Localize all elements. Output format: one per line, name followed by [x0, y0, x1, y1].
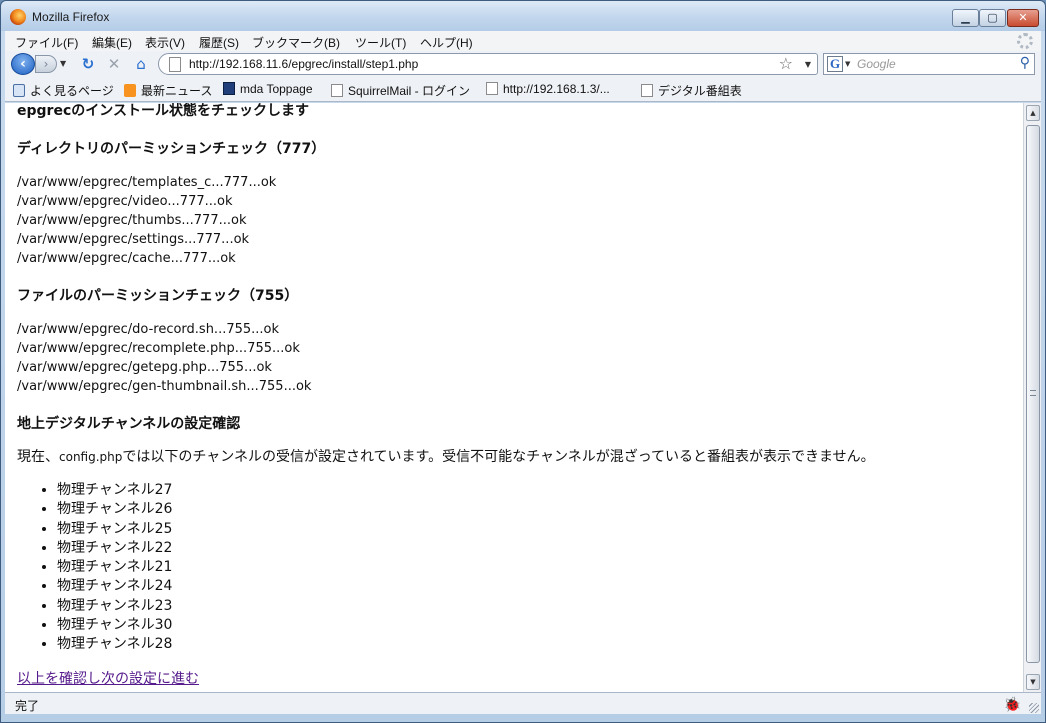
menu-bookmarks[interactable]: ブックマーク(B): [252, 34, 340, 51]
bookmark-label: 最新ニュース: [141, 84, 213, 98]
search-engine-icon[interactable]: G: [827, 56, 843, 72]
next-step-link[interactable]: 以上を確認し次の設定に進む: [17, 668, 199, 688]
status-bar: 完了 🐞: [5, 692, 1041, 714]
scroll-down-button[interactable]: ▼: [1026, 674, 1040, 690]
description-prefix: 現在、: [17, 449, 59, 465]
status-text: 完了: [15, 699, 40, 713]
channel-item: 物理チャンネル21: [57, 558, 1017, 577]
channel-list: 物理チャンネル27 物理チャンネル26 物理チャンネル25 物理チャンネル22 …: [57, 481, 1017, 655]
url-bar[interactable]: http://192.168.11.6/epgrec/install/step1…: [158, 53, 818, 75]
file-line: /var/www/epgrec/gen-thumbnail.sh...755..…: [17, 379, 312, 394]
channel-check-heading: 地上デジタルチャンネルの設定確認: [17, 416, 241, 432]
most-visited-icon: [13, 84, 25, 97]
channel-item: 物理チャンネル25: [57, 520, 1017, 539]
throbber-icon: [1017, 33, 1033, 49]
channel-item: 物理チャンネル28: [57, 635, 1017, 654]
bookmark-label: デジタル番組表: [658, 84, 742, 98]
directory-line: /var/www/epgrec/cache...777...ok: [17, 251, 236, 266]
channel-item: 物理チャンネル27: [57, 481, 1017, 500]
bookmark-label: よく見るページ: [30, 84, 114, 98]
resize-grip-icon[interactable]: [1029, 703, 1039, 713]
file-list: /var/www/epgrec/do-record.sh...755...ok …: [17, 320, 1017, 396]
bookmarks-toolbar: よく見るページ 最新ニュース mda Toppage SquirrelMail …: [5, 78, 1041, 102]
maximize-button[interactable]: ▢: [979, 9, 1006, 27]
rss-icon: [124, 84, 136, 97]
file-line: /var/www/epgrec/getepg.php...755...ok: [17, 360, 272, 375]
channel-item: 物理チャンネル30: [57, 616, 1017, 635]
file-line: /var/www/epgrec/do-record.sh...755...ok: [17, 322, 280, 337]
history-dropdown-icon[interactable]: ▼: [60, 59, 66, 68]
channel-item: 物理チャンネル22: [57, 539, 1017, 558]
directory-line: /var/www/epgrec/templates_c...777...ok: [17, 175, 277, 190]
search-bar[interactable]: G ▼ Google ⚲: [823, 53, 1035, 75]
bookmark-mda-toppage[interactable]: mda Toppage: [223, 82, 313, 96]
channel-item: 物理チャンネル24: [57, 577, 1017, 596]
directory-line: /var/www/epgrec/video...777...ok: [17, 194, 233, 209]
config-filename: config.php: [59, 450, 123, 464]
page-icon: [169, 57, 181, 72]
bookmark-192-168-1-3[interactable]: http://192.168.1.3/...: [486, 82, 610, 96]
title-bar[interactable]: Mozilla Firefox ▁ ▢ ✕: [1, 1, 1045, 31]
stop-icon[interactable]: ✕: [105, 55, 123, 73]
menu-tools[interactable]: ツール(T): [355, 34, 406, 51]
window-title: Mozilla Firefox: [32, 10, 110, 24]
channel-description: 現在、config.phpでは以下のチャンネルの受信が設定されています。受信不可…: [17, 446, 1017, 466]
channel-item: 物理チャンネル26: [57, 500, 1017, 519]
home-icon[interactable]: ⌂: [132, 55, 150, 73]
bookmark-digital-epg[interactable]: デジタル番組表: [641, 82, 742, 99]
menu-help[interactable]: ヘルプ(H): [420, 34, 473, 51]
bookmark-label: http://192.168.1.3/...: [503, 82, 610, 96]
close-button[interactable]: ✕: [1007, 9, 1039, 27]
scroll-up-button[interactable]: ▲: [1026, 105, 1040, 121]
vertical-scrollbar[interactable]: ▲ ▼: [1023, 103, 1041, 692]
file-check-heading: ファイルのパーミッションチェック（755）: [17, 288, 299, 304]
menu-bar: ファイル(F) 編集(E) 表示(V) 履歴(S) ブックマーク(B) ツール(…: [5, 31, 1041, 51]
bug-icon[interactable]: 🐞: [1004, 696, 1021, 713]
directory-line: /var/www/epgrec/settings...777...ok: [17, 232, 250, 247]
menu-history[interactable]: 履歴(S): [199, 34, 239, 51]
magnifier-icon[interactable]: ⚲: [1020, 55, 1030, 71]
page-heading: epgrecのインストール状態をチェックします: [17, 103, 309, 119]
reload-icon[interactable]: ↻: [79, 55, 97, 73]
directory-list: /var/www/epgrec/templates_c...777...ok /…: [17, 173, 1017, 268]
description-suffix: では以下のチャンネルの受信が設定されています。受信不可能なチャンネルが混ざってい…: [122, 449, 875, 465]
grip-icon: [1030, 390, 1036, 396]
bookmark-label: mda Toppage: [240, 82, 313, 96]
bookmark-star-icon[interactable]: ☆: [779, 54, 793, 73]
forward-button[interactable]: ›: [35, 55, 57, 73]
minimize-button[interactable]: ▁: [952, 9, 979, 27]
bookmark-label: SquirrelMail - ログイン: [348, 84, 471, 98]
page-icon: [486, 82, 498, 95]
search-input[interactable]: Google: [857, 57, 896, 71]
directory-line: /var/www/epgrec/thumbs...777...ok: [17, 213, 247, 228]
menu-edit[interactable]: 編集(E): [92, 34, 132, 51]
back-button[interactable]: ‹: [11, 53, 35, 75]
search-engine-dropdown-icon[interactable]: ▼: [845, 60, 850, 68]
page-content: epgrecのインストール状態をチェックします ディレクトリのパーミッションチェ…: [5, 103, 1023, 692]
menu-view[interactable]: 表示(V): [145, 34, 185, 51]
navigation-toolbar: ‹ › ▼ ↻ ✕ ⌂ http://192.168.11.6/epgrec/i…: [5, 51, 1041, 78]
bookmark-latest-news[interactable]: 最新ニュース: [124, 82, 212, 99]
bookmark-most-visited[interactable]: よく見るページ: [13, 82, 114, 99]
url-dropdown-icon[interactable]: ▼: [805, 60, 811, 69]
channel-item: 物理チャンネル23: [57, 597, 1017, 616]
browser-window: Mozilla Firefox ▁ ▢ ✕ ファイル(F) 編集(E) 表示(V…: [0, 0, 1046, 723]
url-text[interactable]: http://192.168.11.6/epgrec/install/step1…: [189, 57, 418, 71]
directory-check-heading: ディレクトリのパーミッションチェック（777）: [17, 141, 326, 157]
menu-file[interactable]: ファイル(F): [15, 34, 78, 51]
page-icon: [331, 84, 343, 97]
page-icon: [641, 84, 653, 97]
scroll-thumb[interactable]: [1026, 125, 1040, 663]
file-line: /var/www/epgrec/recomplete.php...755...o…: [17, 341, 300, 356]
bookmark-squirrelmail[interactable]: SquirrelMail - ログイン: [331, 82, 470, 99]
firefox-logo-icon: [10, 9, 26, 25]
mda-icon: [223, 82, 235, 95]
